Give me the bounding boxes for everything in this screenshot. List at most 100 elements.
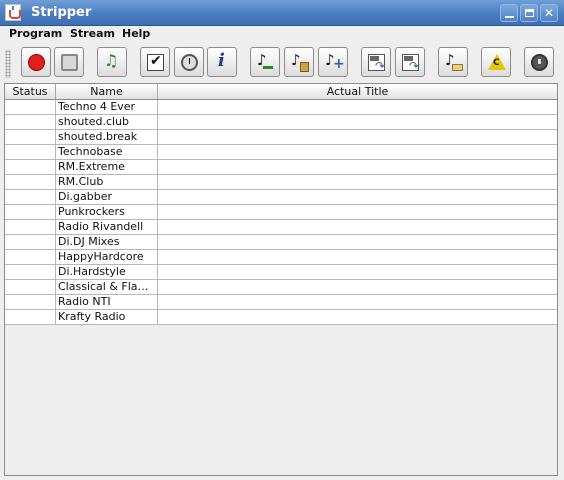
actual-title-cell [158, 130, 557, 145]
maximize-icon [525, 9, 534, 17]
minimize-button[interactable] [500, 4, 518, 22]
actual-title-cell [158, 205, 557, 220]
actual-title-cell [158, 190, 557, 205]
actual-title-cell [158, 145, 557, 160]
remove-stream-icon [257, 51, 274, 71]
name-cell: HappyHardcore [56, 250, 158, 265]
actual-title-cell [158, 115, 557, 130]
status-cell [5, 265, 56, 280]
status-cell [5, 175, 56, 190]
stream-folder-icon [445, 51, 463, 71]
actual-title-cell [158, 220, 557, 235]
table-row[interactable]: shouted.break [5, 130, 557, 145]
table-row[interactable]: Technobase [5, 145, 557, 160]
add-stream-icon [325, 51, 345, 72]
import-button[interactable] [361, 47, 391, 77]
actual-title-cell [158, 100, 557, 115]
table-header: Status Name Actual Title [5, 84, 557, 100]
status-cell [5, 310, 56, 325]
name-cell: Di.DJ Mixes [56, 235, 158, 250]
status-cell [5, 235, 56, 250]
menu-program[interactable]: Program [9, 27, 62, 40]
maximize-button[interactable] [520, 4, 538, 22]
status-cell [5, 160, 56, 175]
import-icon [368, 54, 385, 73]
table-row[interactable]: HappyHardcore [5, 250, 557, 265]
name-cell: shouted.club [56, 115, 158, 130]
status-cell [5, 115, 56, 130]
stop-icon [61, 54, 78, 71]
name-cell: Classical & Flamenco [56, 280, 158, 295]
edit-stream-icon [291, 51, 309, 72]
power-icon [531, 54, 548, 71]
export-button[interactable] [395, 47, 425, 77]
toolbar [0, 44, 564, 82]
status-cell [5, 190, 56, 205]
name-cell: Punkrockers [56, 205, 158, 220]
status-cell [5, 280, 56, 295]
warning-button[interactable] [481, 47, 511, 77]
play-music-button[interactable] [97, 47, 127, 77]
record-button[interactable] [21, 47, 51, 77]
actual-title-cell [158, 280, 557, 295]
checkbox-icon [147, 53, 164, 71]
record-icon [28, 54, 45, 71]
stream-table[interactable]: Status Name Actual Title Techno 4 Ever sh… [4, 83, 558, 476]
table-row[interactable]: RM.Extreme [5, 160, 557, 175]
table-row[interactable]: RM.Club [5, 175, 557, 190]
table-body: Techno 4 Ever shouted.club shouted.break Te… [5, 100, 557, 325]
column-header-status[interactable]: Status [5, 84, 56, 99]
music-note-icon [104, 51, 121, 71]
status-cell [5, 130, 56, 145]
table-row[interactable]: Krafty Radio [5, 310, 557, 325]
actual-title-cell [158, 265, 557, 280]
window-title: Stripper [31, 5, 92, 20]
toolbar-grip[interactable] [5, 50, 11, 78]
edit-stream-button[interactable] [284, 47, 314, 77]
menu-help[interactable]: Help [122, 27, 150, 40]
name-cell: Di.gabber [56, 190, 158, 205]
table-row[interactable]: Radio Rivandell [5, 220, 557, 235]
schedule-button[interactable] [174, 47, 204, 77]
stream-folder-button[interactable] [438, 47, 468, 77]
name-cell: RM.Extreme [56, 160, 158, 175]
menu-stream[interactable]: Stream [70, 27, 115, 40]
status-cell [5, 145, 56, 160]
minimize-icon [505, 16, 514, 18]
column-header-name[interactable]: Name [56, 84, 158, 99]
export-icon [402, 54, 419, 73]
table-row[interactable]: Di.gabber [5, 190, 557, 205]
column-header-actual-title[interactable]: Actual Title [158, 84, 557, 99]
name-cell: Techno 4 Ever [56, 100, 158, 115]
close-button[interactable]: ✕ [540, 4, 558, 22]
table-row[interactable]: Classical & Flamenco [5, 280, 557, 295]
name-cell: RM.Club [56, 175, 158, 190]
table-row[interactable]: Di.DJ Mixes [5, 235, 557, 250]
status-cell [5, 250, 56, 265]
select-button[interactable] [140, 47, 170, 77]
remove-stream-button[interactable] [250, 47, 280, 77]
name-cell: Radio NTI [56, 295, 158, 310]
exit-button[interactable] [524, 47, 554, 77]
actual-title-cell [158, 175, 557, 190]
status-cell [5, 295, 56, 310]
add-stream-button[interactable] [318, 47, 348, 77]
actual-title-cell [158, 295, 557, 310]
table-row[interactable]: shouted.club [5, 115, 557, 130]
close-icon: ✕ [543, 6, 555, 20]
table-row[interactable]: Radio NTI [5, 295, 557, 310]
status-cell [5, 100, 56, 115]
name-cell: Technobase [56, 145, 158, 160]
table-row[interactable]: Di.Hardstyle [5, 265, 557, 280]
status-cell [5, 220, 56, 235]
info-button[interactable] [207, 47, 237, 77]
actual-title-cell [158, 250, 557, 265]
actual-title-cell [158, 235, 557, 250]
menu-bar: Program Stream Help [0, 26, 564, 44]
stop-button[interactable] [54, 47, 84, 77]
java-app-icon[interactable] [5, 4, 21, 21]
info-icon [214, 50, 231, 71]
table-row[interactable]: Punkrockers [5, 205, 557, 220]
table-row[interactable]: Techno 4 Ever [5, 100, 557, 115]
name-cell: Krafty Radio [56, 310, 158, 325]
